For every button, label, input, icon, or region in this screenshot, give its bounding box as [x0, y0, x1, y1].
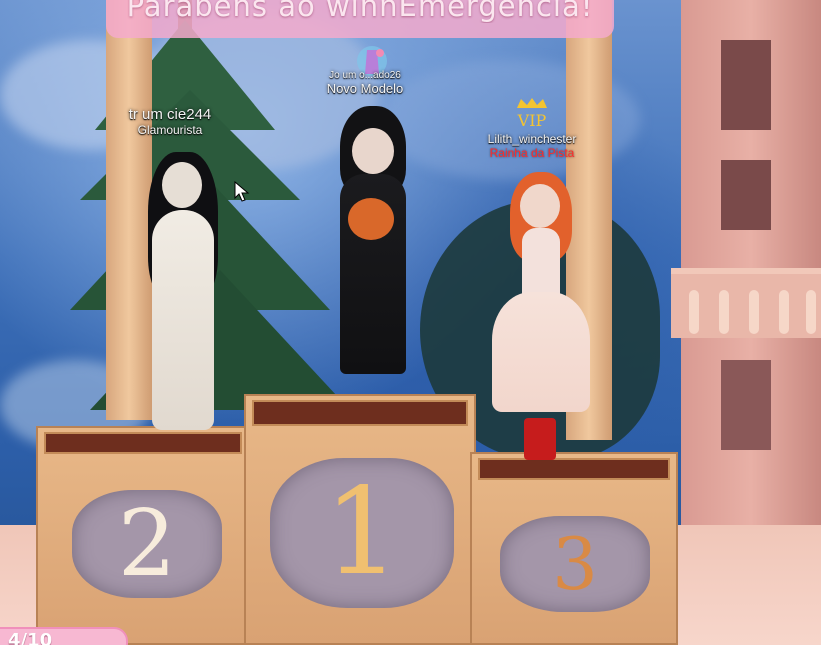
building-window: [721, 360, 771, 450]
podium-third-place: 3: [470, 452, 678, 645]
baluster: [806, 290, 816, 334]
place-number-1: 1: [323, 463, 401, 602]
nametag-first-place: Jo um o...ado26 Novo Modelo: [300, 70, 430, 96]
avatar-third-place[interactable]: [486, 168, 596, 468]
nametag-third-place: Lilith_winchester Rainha da Pista: [470, 132, 594, 160]
player-username: Jo um o...ado26: [329, 70, 401, 81]
avatar-skirt: [492, 292, 590, 412]
building-window: [721, 40, 771, 130]
vip-badge: VIP: [508, 94, 556, 129]
player-title: Glamourista: [137, 123, 203, 137]
place-number-2: 2: [117, 490, 177, 597]
player-title: Rainha da Pista: [489, 146, 575, 160]
balcony: [671, 268, 821, 338]
player-username: Lilith_winchester: [487, 132, 577, 146]
player-username: tr um cie244: [128, 106, 212, 123]
podium-second-place: 2: [36, 426, 250, 645]
avatar-first-place[interactable]: [328, 100, 418, 410]
avatar-dress: [152, 210, 214, 430]
winner-banner-text: Parabéns ao winnEmergencia!: [126, 0, 594, 23]
building-window: [721, 160, 771, 230]
avatar-boots: [524, 418, 556, 460]
avatar-head: [162, 162, 202, 208]
nametag-second-place: tr um cie244 Glamourista: [100, 106, 240, 137]
avatar-head: [352, 128, 394, 174]
mouse-pointer-icon: [234, 180, 250, 207]
vip-crown-icon: [517, 98, 547, 108]
game-viewport[interactable]: Parabéns ao winnEmergencia! 2 1 3 tr um …: [0, 0, 821, 645]
baluster: [719, 290, 729, 334]
vip-label: VIP: [517, 111, 547, 130]
baluster: [749, 290, 759, 334]
fan-accessory: [348, 198, 394, 240]
player-title: Novo Modelo: [326, 81, 404, 96]
podium-first-place: 1: [244, 394, 476, 645]
baluster: [779, 290, 789, 334]
avatar-head: [520, 184, 560, 228]
baluster: [689, 290, 699, 334]
avatar-second-place[interactable]: [128, 140, 238, 440]
round-counter-text: 4/10: [8, 630, 53, 645]
place-number-3: 3: [552, 522, 598, 606]
